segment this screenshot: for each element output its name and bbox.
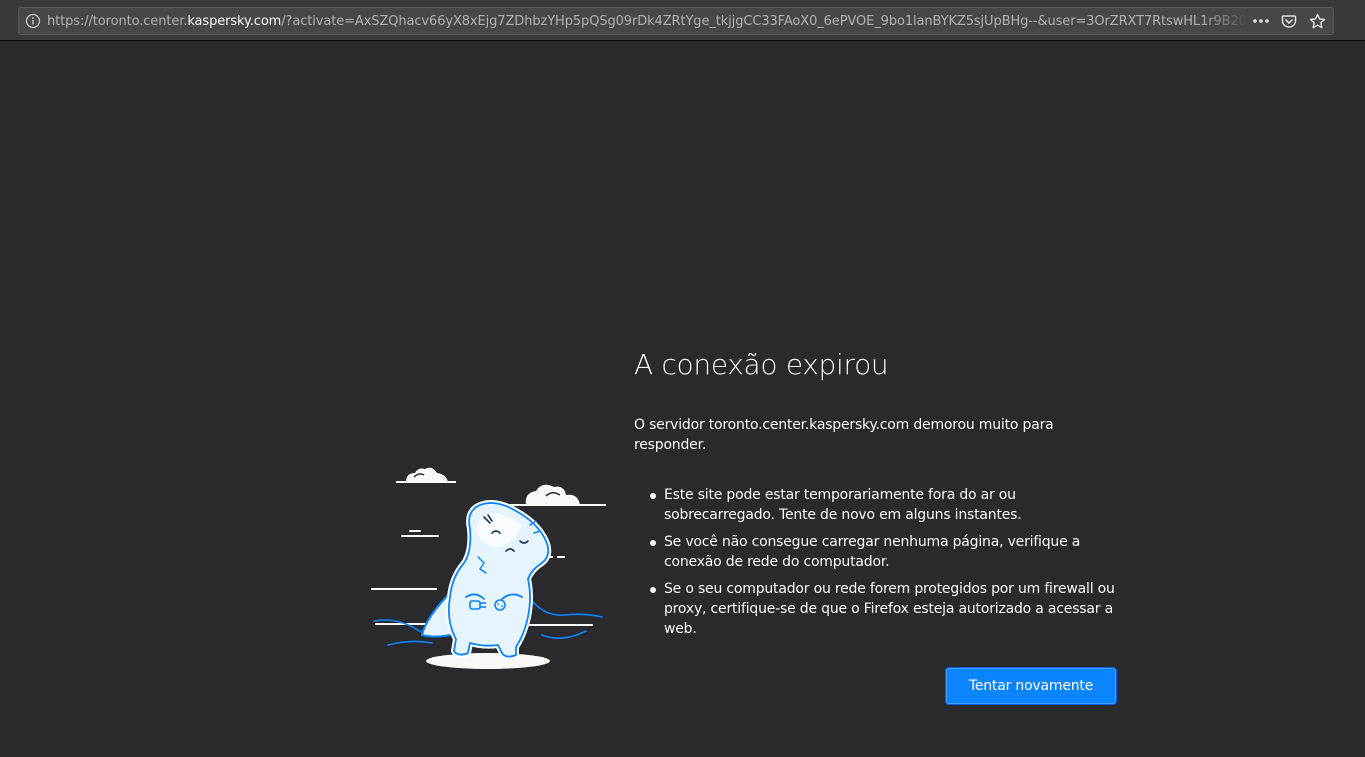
list-item: Se o seu computador ou rede forem proteg… — [650, 579, 1124, 639]
browser-toolbar: https://toronto.center.kaspersky.com/?ac… — [0, 0, 1365, 41]
url-bar[interactable]: https://toronto.center.kaspersky.com/?ac… — [18, 7, 1334, 35]
pocket-icon[interactable] — [1277, 10, 1301, 32]
url-prefix: https://toronto.center. — [47, 13, 188, 29]
more-horizontal-icon[interactable] — [1249, 10, 1273, 32]
info-icon[interactable] — [19, 8, 47, 34]
star-icon[interactable] — [1305, 10, 1329, 32]
tips-list: Este site pode estar temporariamente for… — [634, 485, 1124, 639]
url-domain: kaspersky.com — [187, 13, 282, 29]
list-item: Este site pode estar temporariamente for… — [650, 485, 1124, 525]
error-description: O servidor toronto.center.kaspersky.com … — [634, 417, 1054, 453]
retry-button[interactable]: Tentar novamente — [946, 668, 1116, 704]
disconnected-dinosaur-illustration — [371, 467, 606, 669]
url-actions — [1249, 10, 1333, 32]
error-message: A conexão expirou O servidor toronto.cen… — [634, 343, 1124, 646]
url-text[interactable]: https://toronto.center.kaspersky.com/?ac… — [47, 14, 1249, 29]
list-item: Se você não consegue carregar nenhuma pá… — [650, 532, 1124, 572]
page-title: A conexão expirou — [634, 348, 889, 381]
error-page: A conexão expirou O servidor toronto.cen… — [0, 41, 1365, 757]
url-suffix: /?activate=AxSZQhacv66yX8xEjg7ZDhbzYHp5p… — [281, 13, 1249, 29]
